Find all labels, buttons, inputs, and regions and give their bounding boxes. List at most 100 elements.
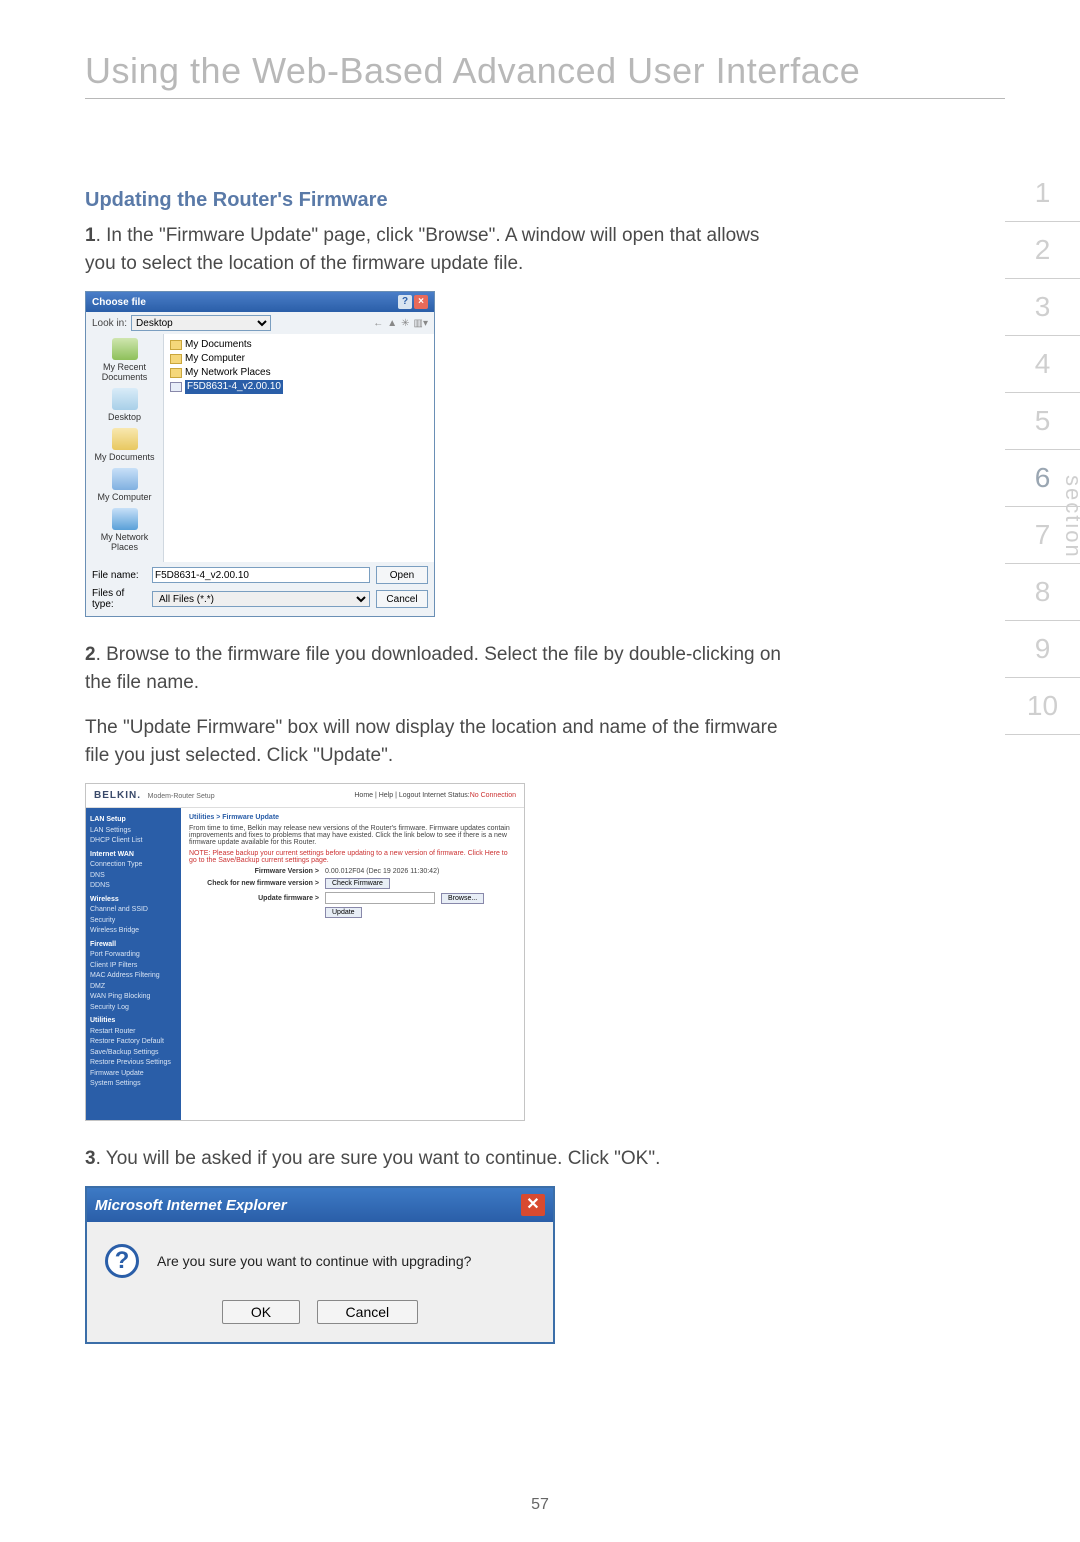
close-icon[interactable]: ✕ [521,1194,545,1216]
filename-label: File name: [92,570,146,581]
nav-item[interactable]: System Settings [90,1079,177,1090]
ok-button[interactable]: OK [222,1300,300,1324]
nav-item[interactable]: DDNS [90,881,177,892]
question-icon: ? [105,1244,139,1278]
list-item-selected[interactable]: F5D8631-4_v2.00.10 [170,380,428,394]
nav-heading: Utilities [90,1016,177,1027]
fw-version-value: 0.00.012F04 (Dec 19 2026 11:30:42) [325,868,439,875]
back-icon[interactable]: ← [373,318,383,329]
place-mydocs[interactable]: My Documents [88,428,161,462]
page-number: 57 [0,1496,1080,1514]
nav-item[interactable]: Channel and SSID [90,905,177,916]
breadcrumb: Utilities > Firmware Update [189,814,516,821]
step-3: 3. You will be asked if you are sure you… [85,1145,785,1173]
section-tab-1[interactable]: 1 [1005,165,1080,222]
router-admin-screenshot: BELKIN. Modem-Router Setup Home | Help |… [85,783,525,1121]
section-tab-4[interactable]: 4 [1005,336,1080,393]
ie-message: Are you sure you want to continue with u… [157,1253,471,1269]
step-2-number: 2 [85,644,96,665]
nav-item[interactable]: Save/Backup Settings [90,1048,177,1059]
router-nav[interactable]: LAN SetupLAN SettingsDHCP Client ListInt… [86,808,181,1120]
fw-version-label: Firmware Version > [189,868,319,875]
help-icon[interactable]: ? [398,295,412,309]
belkin-tagline: Modem-Router Setup [148,793,215,800]
section-tab-9[interactable]: 9 [1005,621,1080,678]
belkin-logo: BELKIN. [94,790,141,801]
nav-heading: Internet WAN [90,850,177,861]
section-tab-5[interactable]: 5 [1005,393,1080,450]
lookin-select[interactable]: Desktop [131,315,271,331]
section-tab-2[interactable]: 2 [1005,222,1080,279]
place-recent[interactable]: My Recent Documents [88,338,161,382]
intro-text: From time to time, Belkin may release ne… [189,825,516,846]
router-content: Utilities > Firmware Update From time to… [181,808,524,1120]
nav-item[interactable]: MAC Address Filtering [90,971,177,982]
nav-item[interactable]: LAN Settings [90,826,177,837]
places-bar: My Recent Documents Desktop My Documents… [86,334,164,562]
ie-confirm-dialog: Microsoft Internet Explorer ✕ ? Are you … [85,1186,555,1344]
nav-item[interactable]: DMZ [90,982,177,993]
nav-item[interactable]: DHCP Client List [90,836,177,847]
nav-item[interactable]: Firmware Update [90,1069,177,1080]
step-2: 2. Browse to the firmware file you downl… [85,641,785,696]
section-tab-10[interactable]: 10 [1005,678,1080,735]
check-fw-label: Check for new firmware version > [189,880,319,887]
update-button[interactable]: Update [325,907,362,918]
list-item[interactable]: My Documents [170,338,428,352]
nav-item[interactable]: Restart Router [90,1027,177,1038]
nav-item[interactable]: Restore Previous Settings [90,1058,177,1069]
lookin-label: Look in: [92,318,127,329]
nav-item[interactable]: Connection Type [90,860,177,871]
cancel-button[interactable]: Cancel [376,590,428,608]
close-icon[interactable]: × [414,295,428,309]
section-tab-8[interactable]: 8 [1005,564,1080,621]
dialog-titlebar: Choose file ? × [86,292,434,312]
browse-button[interactable]: Browse... [441,893,484,904]
filetype-select[interactable]: All Files (*.*) [152,591,370,607]
viewmenu-icon[interactable]: ▥▾ [414,318,428,329]
section-heading: Updating the Router's Firmware [85,189,1005,212]
firmware-path-input[interactable] [325,892,435,904]
ie-titlebar: Microsoft Internet Explorer ✕ [87,1188,553,1222]
filename-input[interactable] [152,567,370,583]
open-button[interactable]: Open [376,566,428,584]
nav-item[interactable]: Security Log [90,1003,177,1014]
up-icon[interactable]: ▲ [387,318,397,329]
list-item[interactable]: My Network Places [170,366,428,380]
list-item[interactable]: My Computer [170,352,428,366]
section-tab-3[interactable]: 3 [1005,279,1080,336]
section-index: 12345678910section [1005,165,1080,735]
ie-title-text: Microsoft Internet Explorer [95,1197,287,1214]
nav-item[interactable]: DNS [90,871,177,882]
nav-item[interactable]: WAN Ping Blocking [90,992,177,1003]
newfolder-icon[interactable]: ✳ [401,318,409,329]
update-fw-label: Update firmware > [189,895,319,902]
file-list[interactable]: My Documents My Computer My Network Plac… [164,334,434,562]
cancel-button[interactable]: Cancel [317,1300,419,1324]
choose-file-dialog: Choose file ? × Look in: Desktop ← ▲ ✳ ▥… [85,291,435,617]
place-network[interactable]: My Network Places [88,508,161,552]
place-desktop[interactable]: Desktop [88,388,161,422]
page-title: Using the Web-Based Advanced User Interf… [85,50,1005,92]
step-3-number: 3 [85,1148,96,1169]
step-2-para: The "Update Firmware" box will now displ… [85,714,785,769]
step-1: 1. In the "Firmware Update" page, click … [85,222,785,277]
step-2-text: . Browse to the firmware file you downlo… [85,644,781,693]
nav-heading: Firewall [90,940,177,951]
dialog-title: Choose file [92,297,146,308]
nav-item[interactable]: Security [90,916,177,927]
nav-heading: Wireless [90,895,177,906]
dialog-toolbar: Look in: Desktop ← ▲ ✳ ▥▾ [86,312,434,334]
place-mycomputer[interactable]: My Computer [88,468,161,502]
filetype-label: Files of type: [92,588,146,610]
step-1-text: . In the "Firmware Update" page, click "… [85,225,759,274]
nav-item[interactable]: Wireless Bridge [90,926,177,937]
top-links: Home | Help | Logout Internet Status:No … [354,792,516,799]
section-label: section [1060,475,1080,559]
nav-item[interactable]: Client IP Filters [90,961,177,972]
nav-item[interactable]: Restore Factory Default [90,1037,177,1048]
nav-item[interactable]: Port Forwarding [90,950,177,961]
check-firmware-button[interactable]: Check Firmware [325,878,390,889]
title-rule [85,98,1005,99]
note-text: NOTE: Please backup your current setting… [189,850,516,864]
